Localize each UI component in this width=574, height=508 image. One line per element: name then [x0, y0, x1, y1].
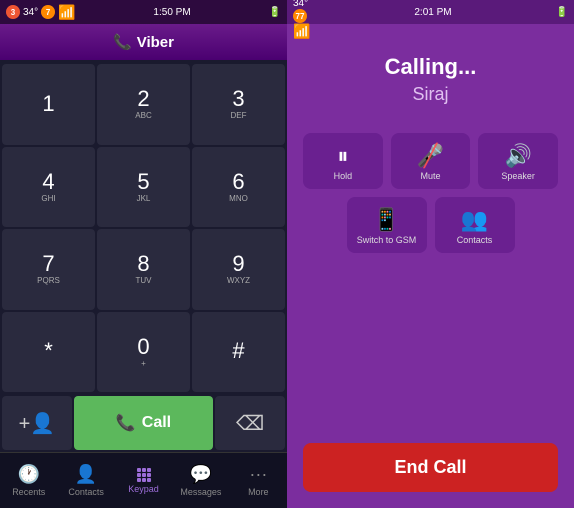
nav-item-recents[interactable]: 🕐 Recents [0, 453, 57, 508]
mute-label: Mute [421, 171, 441, 181]
dial-key-2[interactable]: 2ABC [97, 64, 190, 145]
call-label: Call [142, 414, 171, 432]
mic-off-icon: 🎤╱ [417, 145, 444, 167]
call-phone-icon: 📞 [116, 413, 136, 433]
time-left: 1:50 PM [153, 7, 190, 18]
ctrl-row-1: ⏸ Hold 🎤╱ Mute 🔊 Speaker [303, 133, 558, 189]
add-contact-button[interactable]: +👤 [2, 396, 72, 450]
add-contact-icon: +👤 [19, 411, 56, 436]
dial-key-8[interactable]: 8TUV [97, 229, 190, 310]
dial-key-4[interactable]: 4GHI [2, 147, 95, 228]
contacts-nav-icon: 👤 [75, 464, 97, 485]
spacer [287, 284, 574, 427]
app-name: Viber [137, 34, 174, 51]
nav-item-messages[interactable]: 💬 Messages [172, 453, 229, 508]
pause-icon: ⏸ [337, 145, 348, 167]
signal-icon: 3 [6, 5, 20, 19]
contacts2-icon: 👥 [461, 209, 488, 231]
time-right: 2:01 PM [414, 7, 451, 18]
nav-item-contacts[interactable]: 👤 Contacts [57, 453, 114, 508]
dial-key-7[interactable]: 7PQRS [2, 229, 95, 310]
switch-gsm-label: Switch to GSM [357, 235, 417, 245]
dial-key-hash[interactable]: # [192, 312, 285, 393]
dialpad-row-2: 4GHI 5JKL 6MNO [2, 147, 285, 228]
left-status-icons: 3 34° 7 📶 [6, 4, 76, 21]
backspace-button[interactable]: ⌫ [215, 396, 285, 450]
dialpad-row-4: * 0+ # [2, 312, 285, 393]
speaker-icon: 🔊 [504, 145, 531, 167]
dial-key-9[interactable]: 9WXYZ [192, 229, 285, 310]
temp-right: 34° [293, 0, 308, 9]
hold-button[interactable]: ⏸ Hold [303, 133, 383, 189]
speaker-button[interactable]: 🔊 Speaker [478, 133, 558, 189]
recents-label: Recents [12, 487, 45, 497]
contacts-call-button[interactable]: 👥 Contacts [435, 197, 515, 253]
dialpad-row-3: 7PQRS 8TUV 9WXYZ [2, 229, 285, 310]
dial-key-0[interactable]: 0+ [97, 312, 190, 393]
viber-header: 📞 Viber [0, 24, 287, 60]
messages-icon: 💬 [190, 464, 212, 485]
messages-nav-label: Messages [180, 487, 221, 497]
left-panel: 3 34° 7 📶 1:50 PM 🔋 📞 Viber 1 2ABC 3DEF … [0, 0, 287, 508]
nav-item-keypad[interactable]: Keypad [115, 453, 172, 508]
dial-key-6[interactable]: 6MNO [192, 147, 285, 228]
contacts-nav-label: Contacts [68, 487, 104, 497]
more-icon: ··· [249, 464, 267, 485]
keypad-nav-label: Keypad [128, 484, 159, 494]
call-button[interactable]: 📞 Call [74, 396, 214, 450]
battery-right: 🔋 [556, 7, 568, 18]
switch-gsm-button[interactable]: 📱 Switch to GSM [347, 197, 427, 253]
battery-left: 🔋 [269, 7, 281, 18]
dialpad-row-1: 1 2ABC 3DEF [2, 64, 285, 145]
dial-key-5[interactable]: 5JKL [97, 147, 190, 228]
action-row: +👤 📞 Call ⌫ [2, 396, 285, 450]
more-nav-label: More [248, 487, 269, 497]
backspace-icon: ⌫ [236, 411, 264, 436]
keypad-icon [137, 468, 151, 482]
mute-button[interactable]: 🎤╱ Mute [391, 133, 471, 189]
ctrl-row-2: 📱 Switch to GSM 👥 Contacts [303, 197, 558, 253]
dial-key-1[interactable]: 1 [2, 64, 95, 145]
recents-icon: 🕐 [17, 464, 39, 485]
shield-icon: 7 [41, 5, 55, 19]
right-panel: 2 34° 77 📶 2:01 PM 🔋 Calling... Siraj ⏸ … [287, 0, 574, 508]
end-call-button[interactable]: End Call [303, 443, 558, 492]
call-controls: ⏸ Hold 🎤╱ Mute 🔊 Speaker 📱 Switch to GSM [287, 125, 574, 284]
bottom-nav: 🕐 Recents 👤 Contacts Keypad 💬 Messages ·… [0, 452, 287, 508]
right-shield-icon: 77 [293, 9, 307, 23]
hold-label: Hold [334, 171, 353, 181]
calling-name: Siraj [412, 84, 448, 105]
gsm-icon: 📱 [373, 209, 400, 231]
dial-key-3[interactable]: 3DEF [192, 64, 285, 145]
calling-title: Calling... [385, 54, 477, 80]
end-call-area: End Call [287, 427, 574, 508]
calling-header: Calling... Siraj [287, 24, 574, 125]
dial-key-star[interactable]: * [2, 312, 95, 393]
viber-logo-icon: 📞 [113, 33, 132, 51]
contacts-call-label: Contacts [457, 235, 493, 245]
temp-left: 34° [23, 7, 38, 18]
phone-signal-icon: 📶 [58, 4, 75, 21]
status-bar-right: 2 34° 77 📶 2:01 PM 🔋 [287, 0, 574, 24]
nav-item-more[interactable]: ··· More [230, 453, 287, 508]
speaker-label: Speaker [501, 171, 535, 181]
dialpad-area: 1 2ABC 3DEF 4GHI 5JKL 6MNO 7PQRS 8TUV 9W… [0, 60, 287, 396]
status-bar-left: 3 34° 7 📶 1:50 PM 🔋 [0, 0, 287, 24]
